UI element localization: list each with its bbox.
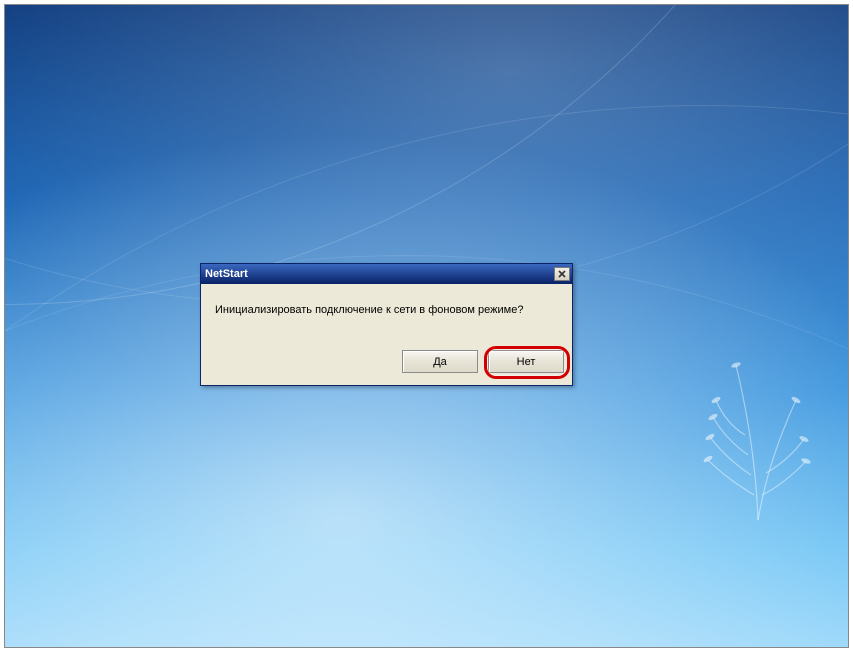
yes-button[interactable]: Да	[402, 350, 478, 373]
dialog-body: Инициализировать подключение к сети в фо…	[201, 284, 572, 350]
decorative-plant	[688, 345, 828, 525]
dialog-window: NetStart Инициализировать подключение к …	[200, 263, 573, 386]
dialog-message: Инициализировать подключение к сети в фо…	[215, 304, 558, 316]
no-button[interactable]: Нет	[488, 350, 564, 373]
dialog-title: NetStart	[205, 264, 248, 284]
close-button[interactable]	[554, 267, 570, 281]
screenshot-frame: NetStart Инициализировать подключение к …	[4, 4, 849, 648]
desktop-background: NetStart Инициализировать подключение к …	[5, 5, 848, 647]
decorative-arc	[4, 4, 849, 305]
dialog-titlebar[interactable]: NetStart	[201, 264, 572, 284]
close-icon	[558, 270, 566, 278]
decorative-arc	[4, 4, 849, 305]
dialog-button-row: Да Нет	[201, 350, 572, 385]
